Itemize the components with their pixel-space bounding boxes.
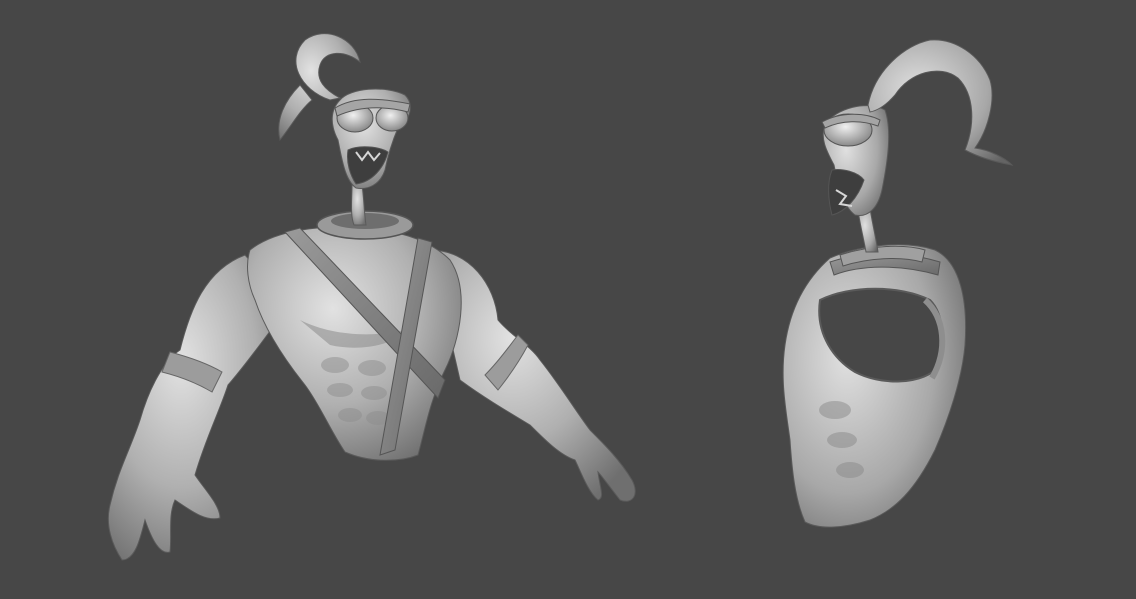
neck [351,184,367,226]
sculpt-side-view[interactable] [782,39,1014,528]
right-arm [429,249,636,502]
viewport-canvas [107,33,1014,561]
side-head-antenna [867,39,1014,166]
sculpt-viewport[interactable] [0,0,1136,599]
side-torso [782,244,967,528]
sculpt-front-three-quarter-view[interactable] [107,33,636,561]
